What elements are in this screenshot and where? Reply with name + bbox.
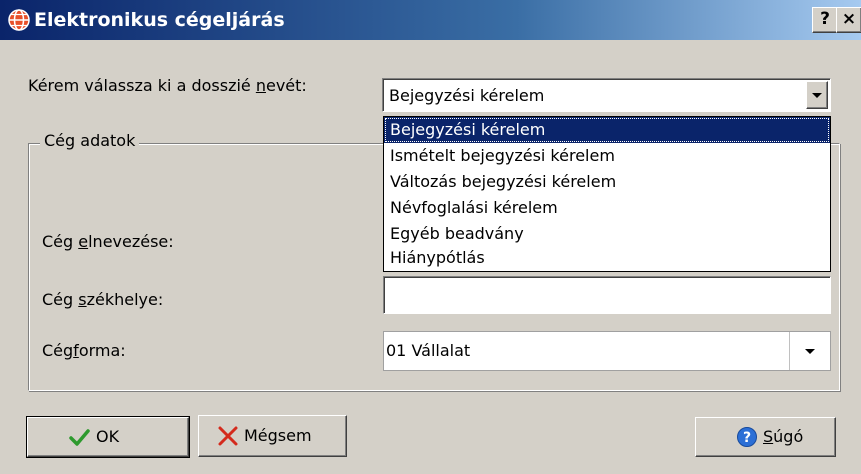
ok-button-label: OK <box>96 427 120 446</box>
dossier-select-value: Bejegyzési kérelem <box>389 86 545 105</box>
company-form-select[interactable]: 01 Vállalat <box>383 331 831 371</box>
company-form-label: Cégforma: <box>42 341 126 360</box>
window-title: Elektronikus cégeljárás <box>34 9 285 31</box>
dossier-dropdown-list[interactable]: Bejegyzési kérelem Ismételt bejegyzési k… <box>383 116 831 272</box>
svg-text:?: ? <box>743 430 751 446</box>
dossier-option[interactable]: Ismételt bejegyzési kérelem <box>384 143 830 169</box>
company-name-label: Cég elnevezése: <box>42 232 174 251</box>
dossier-select[interactable]: Bejegyzési kérelem <box>382 78 831 112</box>
cancel-button-label: Mégsem <box>244 426 312 445</box>
ok-button[interactable]: OK <box>26 416 190 458</box>
dossier-option[interactable]: Egyéb beadvány <box>384 221 830 247</box>
dossier-dropdown-button[interactable] <box>806 81 828 109</box>
dossier-option[interactable]: Változás bejegyzési kérelem <box>384 169 830 195</box>
dossier-option[interactable]: Bejegyzési kérelem <box>384 117 830 143</box>
close-button[interactable]: × <box>836 7 861 33</box>
dossier-option[interactable]: Hiánypótlás <box>384 245 830 271</box>
checkmark-icon <box>69 429 90 446</box>
cancel-button[interactable]: Mégsem <box>198 415 347 457</box>
chevron-down-icon <box>812 93 822 98</box>
help-button-label: Súgó <box>763 427 804 446</box>
company-seat-input[interactable] <box>383 276 831 314</box>
red-x-icon <box>218 426 238 446</box>
company-form-dropdown-button[interactable] <box>789 332 830 370</box>
dossier-option[interactable]: Névfoglalási kérelem <box>384 195 830 221</box>
title-bar[interactable]: Elektronikus cégeljárás ? × <box>0 0 861 40</box>
title-help-button[interactable]: ? <box>812 7 838 33</box>
chevron-down-icon <box>805 349 815 354</box>
company-data-group-title: Cég adatok <box>40 130 140 152</box>
company-seat-label: Cég székhelye: <box>42 290 164 309</box>
help-button[interactable]: ? Súgó <box>695 417 836 457</box>
dossier-name-label: Kérem válassza ki a dosszié nevét: <box>28 76 307 95</box>
globe-icon <box>8 9 30 31</box>
company-form-value: 01 Vállalat <box>386 341 471 360</box>
question-icon: ? <box>737 427 757 447</box>
